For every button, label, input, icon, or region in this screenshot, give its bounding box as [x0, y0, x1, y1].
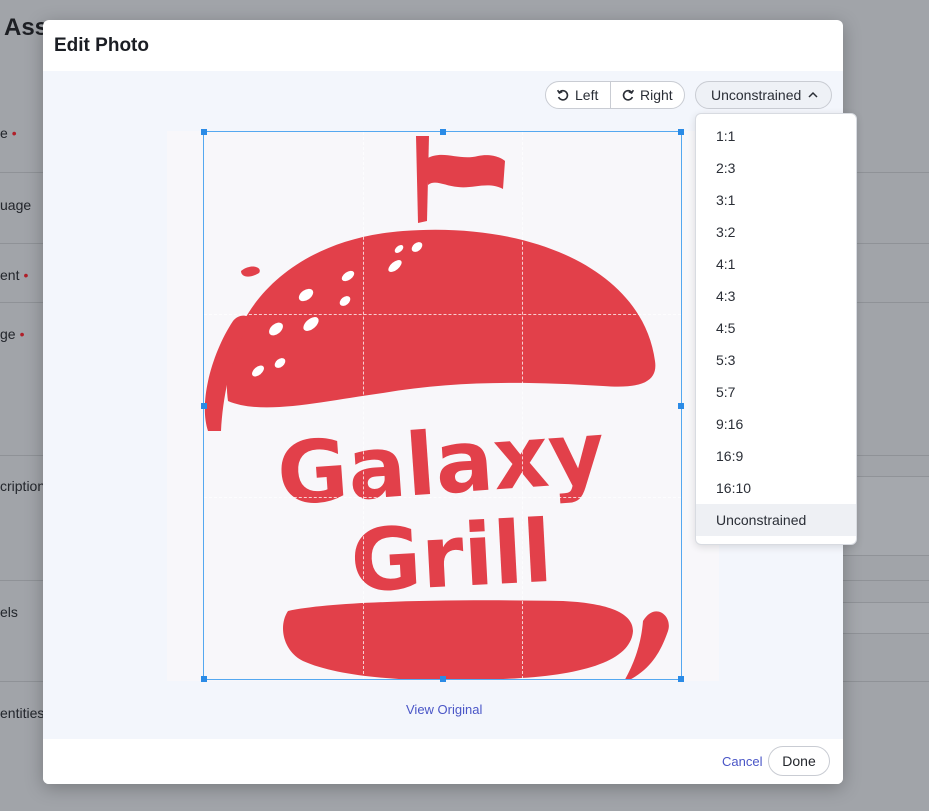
crop-handle-top-right[interactable]: [678, 129, 684, 135]
rotate-left-label: Left: [575, 87, 599, 103]
aspect-option-5-7[interactable]: 5:7: [696, 376, 856, 408]
aspect-ratio-menu: 1:1 2:3 3:1 3:2 4:1 4:3 4:5 5:3 5:7 9:16…: [695, 113, 857, 545]
field-label: ge •: [0, 326, 25, 342]
aspect-ratio-value: Unconstrained: [711, 87, 802, 103]
field-label: cription: [0, 478, 46, 494]
field-label: els: [0, 604, 18, 620]
field-label: uage: [0, 197, 32, 213]
rotate-left-icon: [556, 88, 570, 102]
chevron-up-icon: [807, 88, 821, 102]
crop-frame[interactable]: [201, 129, 684, 682]
aspect-option-4-1[interactable]: 4:1: [696, 248, 856, 280]
modal-footer: Cancel Done: [43, 739, 843, 784]
aspect-option-4-5[interactable]: 4:5: [696, 312, 856, 344]
rotate-right-label: Right: [640, 87, 673, 103]
field-label: e •: [0, 125, 17, 141]
view-original-link[interactable]: View Original: [406, 702, 482, 717]
crop-grid-line: [204, 314, 681, 315]
aspect-option-16-10[interactable]: 16:10: [696, 472, 856, 504]
crop-grid-line: [204, 497, 681, 498]
aspect-option-16-9[interactable]: 16:9: [696, 440, 856, 472]
crop-handle-top-left[interactable]: [201, 129, 207, 135]
rotate-right-button[interactable]: Right: [610, 81, 685, 109]
aspect-option-9-16[interactable]: 9:16: [696, 408, 856, 440]
rotate-right-icon: [621, 88, 635, 102]
crop-handle-right[interactable]: [678, 403, 684, 409]
field-label: ent •: [0, 267, 29, 283]
field-label: entities: [0, 705, 45, 721]
cancel-button[interactable]: Cancel: [722, 754, 762, 769]
crop-handle-bottom[interactable]: [440, 676, 446, 682]
crop-grid-line: [522, 132, 523, 679]
modal-title: Edit Photo: [54, 35, 149, 56]
aspect-option-3-1[interactable]: 3:1: [696, 184, 856, 216]
aspect-option-1-1[interactable]: 1:1: [696, 120, 856, 152]
crop-handle-left[interactable]: [201, 403, 207, 409]
crop-handle-bottom-right[interactable]: [678, 676, 684, 682]
aspect-ratio-select[interactable]: Unconstrained: [695, 81, 832, 109]
rotate-left-button[interactable]: Left: [545, 81, 611, 109]
crop-grid-line: [363, 132, 364, 679]
aspect-option-2-3[interactable]: 2:3: [696, 152, 856, 184]
crop-handle-top[interactable]: [440, 129, 446, 135]
aspect-option-5-3[interactable]: 5:3: [696, 344, 856, 376]
aspect-option-4-3[interactable]: 4:3: [696, 280, 856, 312]
crop-handle-bottom-left[interactable]: [201, 676, 207, 682]
background-field: [843, 602, 929, 634]
page-title: Ass: [4, 14, 49, 41]
aspect-option-3-2[interactable]: 3:2: [696, 216, 856, 248]
aspect-option-unconstrained[interactable]: Unconstrained: [696, 504, 856, 536]
done-button[interactable]: Done: [768, 746, 830, 776]
